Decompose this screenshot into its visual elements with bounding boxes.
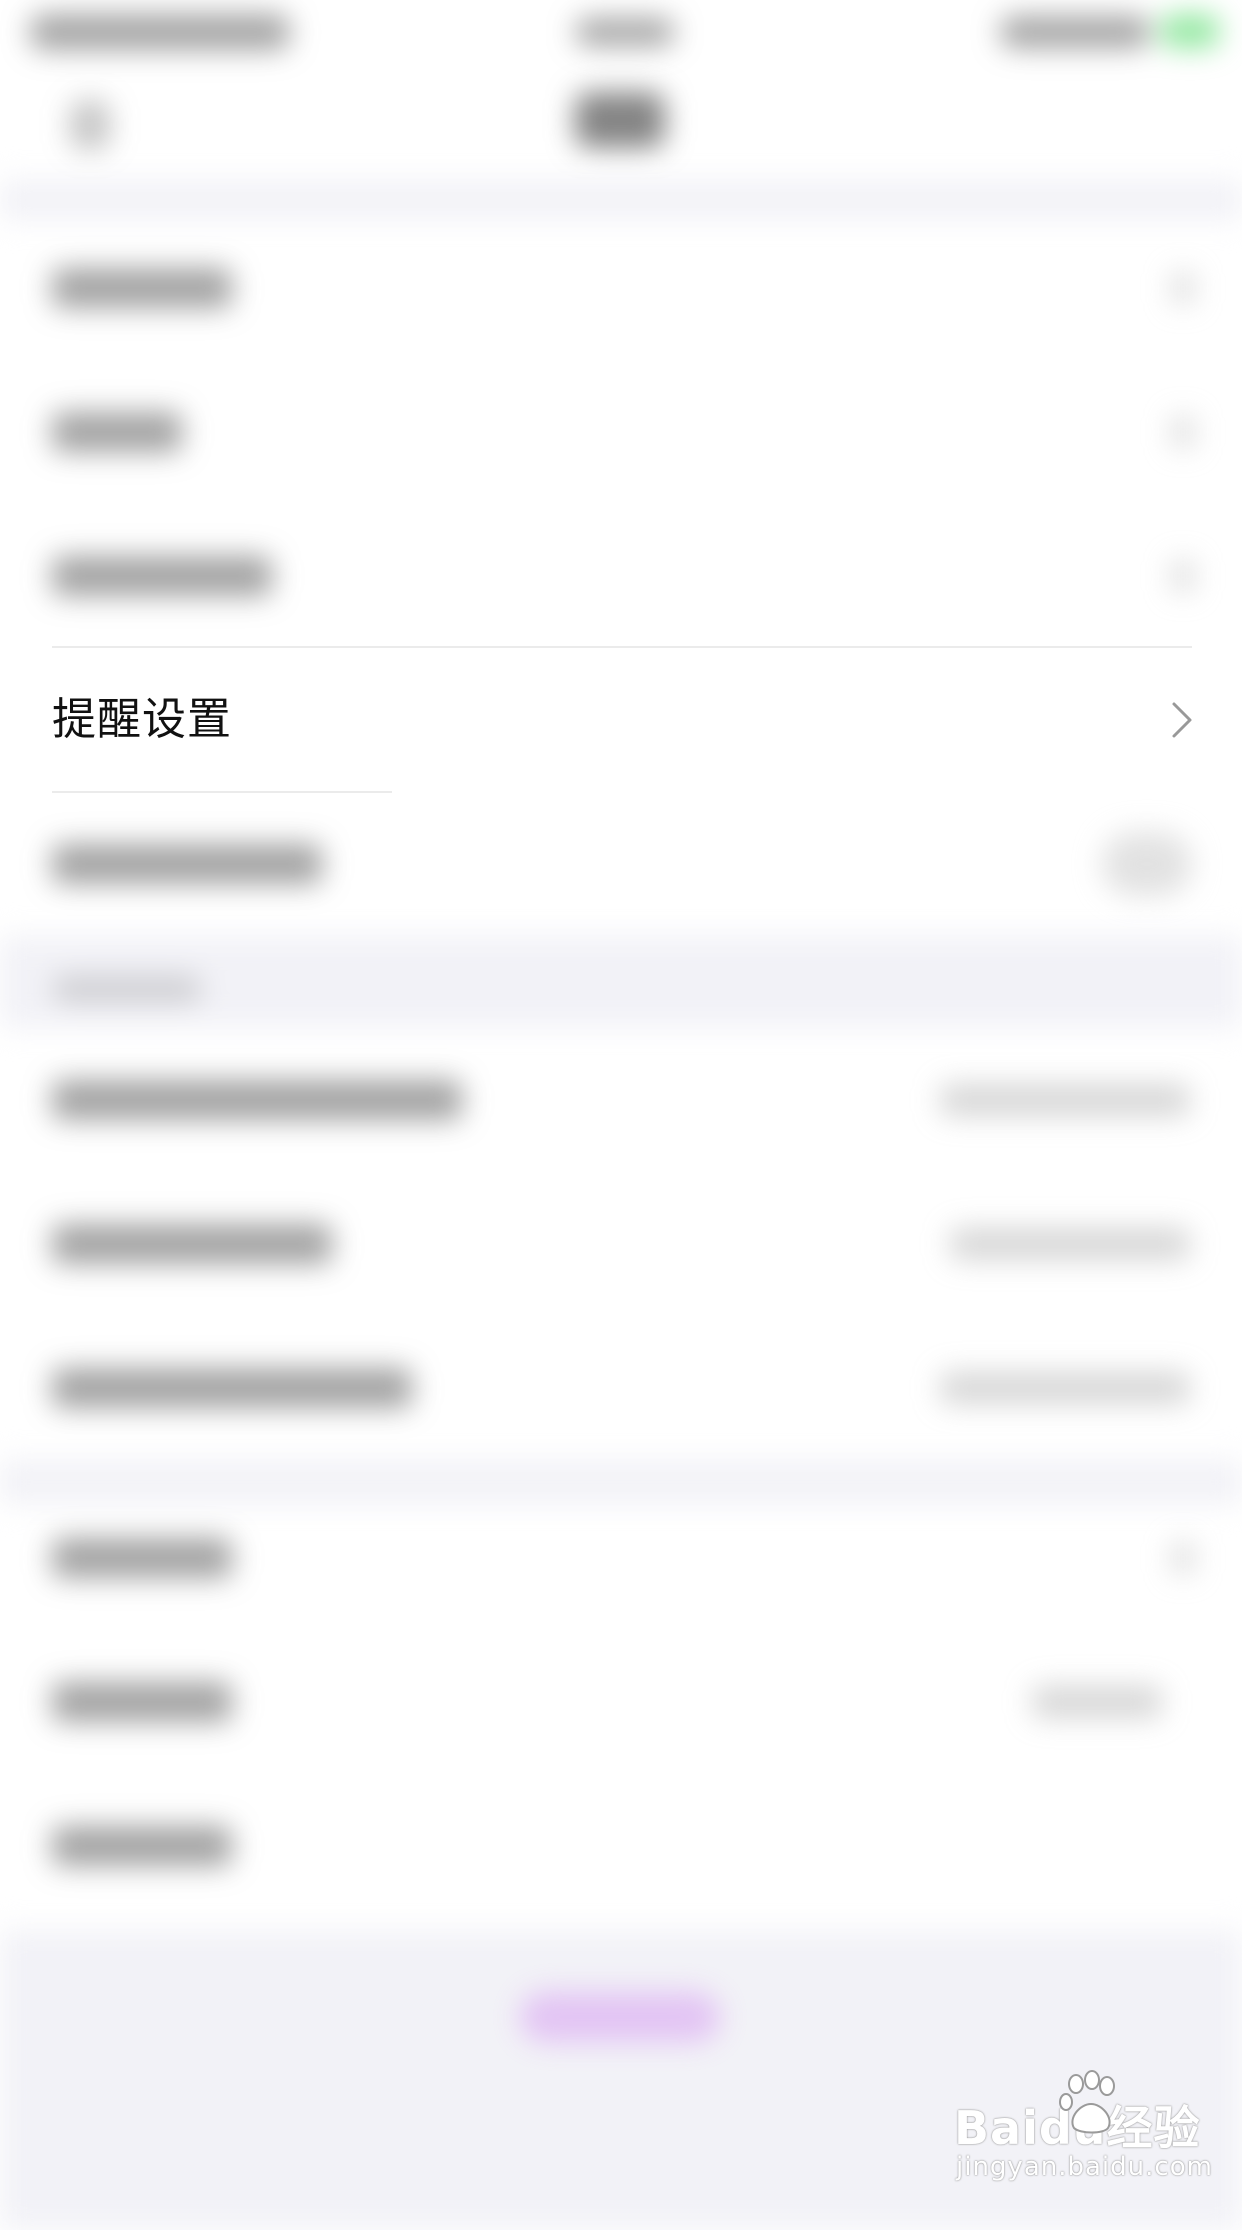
back-icon[interactable] [70, 100, 110, 150]
status-indicators [1000, 16, 1150, 48]
status-time [575, 18, 675, 46]
status-bar [0, 0, 1242, 70]
settings-row-4[interactable] [0, 1028, 1242, 1172]
settings-row-1[interactable] [0, 216, 1242, 360]
reminder-settings-row[interactable]: 提醒设置 [0, 648, 1242, 792]
chevron-right-icon [1168, 700, 1196, 740]
baidu-paw-icon [1056, 2070, 1126, 2140]
settings-row-toggle[interactable] [0, 792, 1242, 936]
settings-row-2[interactable] [0, 360, 1242, 504]
battery-icon [1160, 14, 1220, 48]
navigation-bar [0, 70, 1242, 190]
bottom-action-button[interactable] [520, 1992, 720, 2042]
baidu-jingyan-watermark: Baidu经验 jingyan.baidu.com [948, 2070, 1218, 2190]
settings-row-8[interactable] [0, 1630, 1242, 1774]
reminder-settings-label: 提醒设置 [52, 694, 232, 745]
status-carrier [30, 14, 290, 50]
section-gap-top [0, 180, 1242, 220]
settings-row-6[interactable] [0, 1316, 1242, 1460]
settings-row-9[interactable] [0, 1774, 1242, 1918]
settings-row-5[interactable] [0, 1172, 1242, 1316]
toggle-switch[interactable] [1102, 832, 1192, 896]
page-title [575, 92, 665, 148]
settings-row-7[interactable] [0, 1486, 1242, 1630]
section-header [0, 936, 1242, 1028]
settings-row-3[interactable] [0, 504, 1242, 648]
watermark-url: jingyan.baidu.com [956, 2152, 1213, 2182]
settings-screen: 提醒设置 jingyan.baidu.com [0, 0, 1242, 2230]
